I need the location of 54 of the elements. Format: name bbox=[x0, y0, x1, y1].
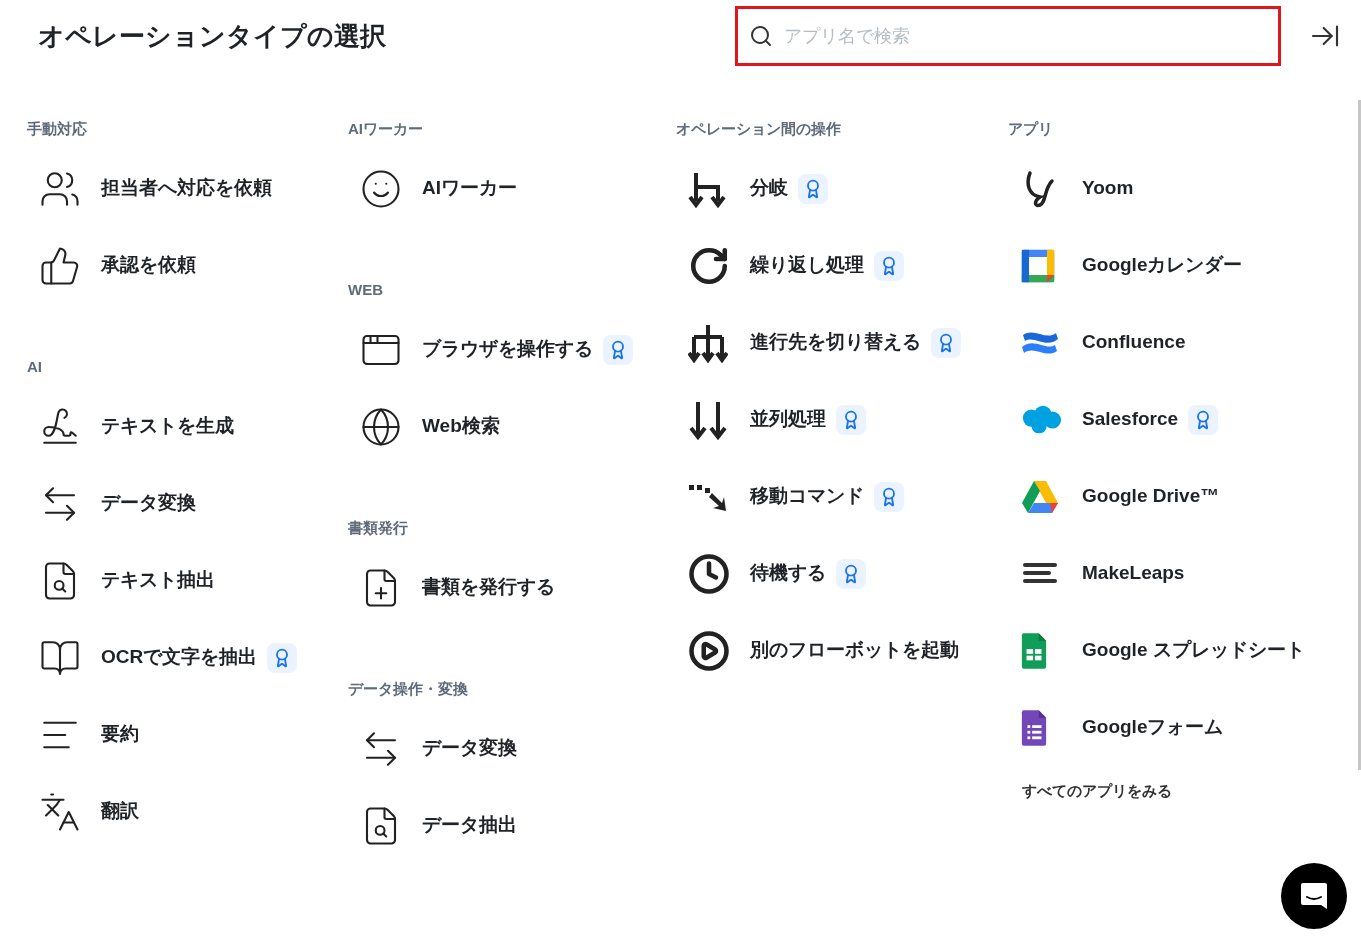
operation-item[interactable]: テキスト抽出 bbox=[27, 542, 348, 619]
operation-item[interactable]: Google スプレッドシート bbox=[1008, 612, 1361, 689]
clock-icon bbox=[688, 552, 730, 595]
operation-item[interactable]: Yoom bbox=[1008, 150, 1361, 227]
operation-item[interactable]: Googleフォーム bbox=[1008, 689, 1361, 766]
operation-item[interactable]: ブラウザを操作する bbox=[348, 311, 676, 388]
section-heading: データ操作・変換 bbox=[348, 679, 469, 698]
section-heading: WEB bbox=[348, 280, 384, 299]
operation-item[interactable]: データ変換 bbox=[27, 465, 348, 542]
operation-item[interactable]: 移動コマンド bbox=[676, 458, 1008, 535]
operation-item[interactable]: 繰り返し処理 bbox=[676, 227, 1008, 304]
branch-arrows-icon bbox=[688, 322, 728, 363]
spreadsheet-logo bbox=[1020, 631, 1048, 670]
operation-item[interactable]: 担当者へ対応を依頼 bbox=[27, 150, 348, 227]
operation-item[interactable]: 待機する bbox=[676, 535, 1008, 612]
section-heading: 手動対応 bbox=[27, 119, 88, 138]
all-apps-link[interactable]: すべてのアプリをみる bbox=[1008, 780, 1361, 803]
search-field[interactable]: アプリ名で検索 bbox=[735, 6, 1281, 66]
section-heading: AI bbox=[27, 357, 43, 376]
operation-item[interactable]: 翻訳 bbox=[27, 773, 348, 850]
operation-item[interactable]: 別のフローボットを起動 bbox=[676, 612, 1008, 689]
operation-item[interactable]: 要約 bbox=[27, 696, 348, 773]
operation-item[interactable]: 進行先を切り替える bbox=[676, 304, 1008, 381]
operation-item[interactable]: 書類を発行する bbox=[348, 549, 676, 626]
operation-item[interactable]: データ変換 bbox=[348, 710, 676, 787]
play-circle-icon bbox=[688, 629, 730, 672]
operation-item[interactable]: OCRで文字を抽出 bbox=[27, 619, 348, 696]
operation-item[interactable]: 並列処理 bbox=[676, 381, 1008, 458]
globe-icon bbox=[360, 405, 402, 448]
section-heading: アプリ bbox=[1008, 119, 1054, 138]
smile-icon bbox=[360, 167, 402, 210]
parallel-arrows-icon bbox=[688, 399, 728, 440]
search-icon bbox=[749, 24, 773, 48]
operation-item[interactable]: Web検索 bbox=[348, 388, 676, 465]
operation-item[interactable]: AIワーカー bbox=[348, 150, 676, 227]
operation-item[interactable]: Salesforce bbox=[1008, 381, 1361, 458]
operation-item[interactable]: Googleカレンダー bbox=[1008, 227, 1361, 304]
page-title: オペレーションタイプの選択 bbox=[38, 19, 387, 53]
calendar-logo bbox=[1020, 247, 1056, 284]
drive-logo bbox=[1020, 478, 1060, 515]
section-heading: 書類発行 bbox=[348, 518, 409, 537]
operation-item[interactable]: テキストを生成 bbox=[27, 388, 348, 465]
section-heading: AIワーカー bbox=[348, 119, 424, 138]
operation-item[interactable]: Confluence bbox=[1008, 304, 1361, 381]
operation-item[interactable]: データ抽出 bbox=[348, 787, 676, 864]
operation-item[interactable]: 分岐 bbox=[676, 150, 1008, 227]
section-heading: オペレーション間の操作 bbox=[676, 119, 842, 138]
form-logo bbox=[1020, 708, 1048, 747]
translate-icon bbox=[39, 790, 81, 833]
cloud-logo bbox=[1020, 403, 1062, 436]
operation-item[interactable]: MakeLeaps bbox=[1008, 535, 1361, 612]
operation-item[interactable]: 承認を依頼 bbox=[27, 227, 348, 304]
chat-icon bbox=[1299, 881, 1329, 911]
operation-item[interactable]: Google Drive™ bbox=[1008, 458, 1361, 535]
